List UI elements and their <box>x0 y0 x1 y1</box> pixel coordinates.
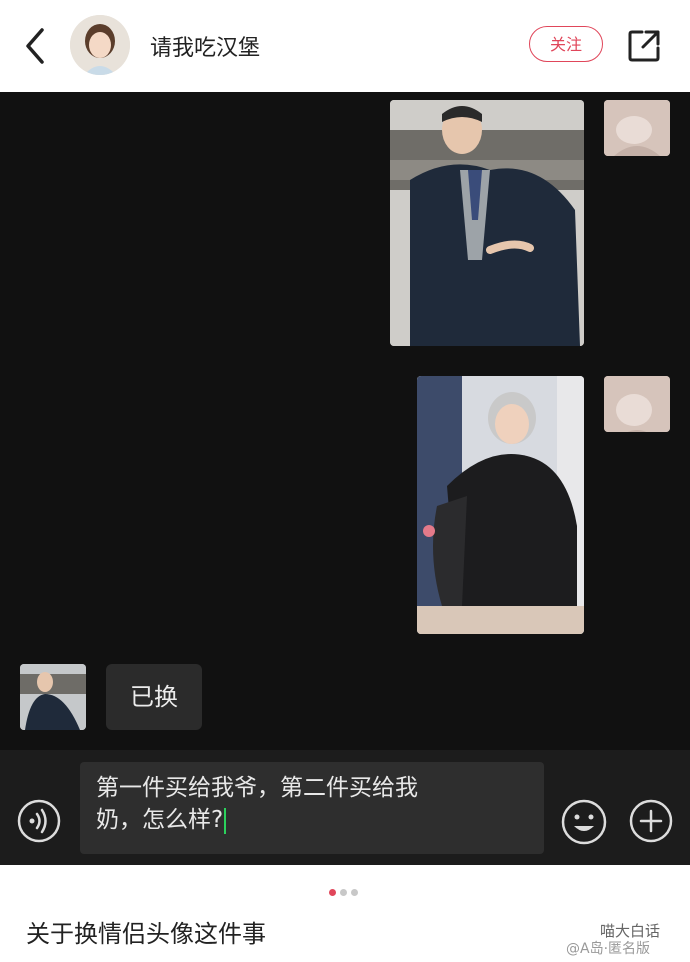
jacket-grandma-photo[interactable] <box>417 376 584 634</box>
input-bar: 第一件买给我爷，第二件买给我 奶，怎么样? <box>0 750 690 865</box>
input-line-1: 第一件买给我爷，第二件买给我 <box>96 775 418 801</box>
my-avatar[interactable] <box>604 100 670 156</box>
contact-name: 请我吃汉堡 <box>150 36 261 61</box>
chat-area[interactable]: 已换 <box>0 92 690 750</box>
message-input[interactable]: 第一件买给我爷，第二件买给我 奶，怎么样? <box>80 762 544 854</box>
message-bubble[interactable]: 已换 <box>106 664 202 730</box>
chat-header: 请我吃汉堡 关注 <box>0 0 690 92</box>
page-dot[interactable] <box>351 889 358 896</box>
my-avatar[interactable] <box>604 376 670 432</box>
back-icon[interactable] <box>18 26 54 66</box>
page-dot[interactable] <box>329 889 336 896</box>
share-icon[interactable] <box>626 28 662 64</box>
follow-button[interactable]: 关注 <box>529 26 603 62</box>
plus-icon[interactable] <box>628 798 674 844</box>
page-dot[interactable] <box>340 889 347 896</box>
contact-avatar-small[interactable] <box>20 664 86 730</box>
jacket-man-photo[interactable] <box>390 100 584 346</box>
page-indicator <box>329 881 362 896</box>
emoji-icon[interactable] <box>560 798 608 846</box>
voice-icon[interactable] <box>16 798 62 844</box>
text-cursor <box>224 807 227 834</box>
contact-avatar[interactable] <box>70 15 130 75</box>
post-caption: 关于换情侣头像这件事 <box>26 920 266 948</box>
input-line-2: 奶，怎么样? <box>96 804 528 836</box>
watermark-handle: @A岛·匿名版 <box>566 941 651 957</box>
